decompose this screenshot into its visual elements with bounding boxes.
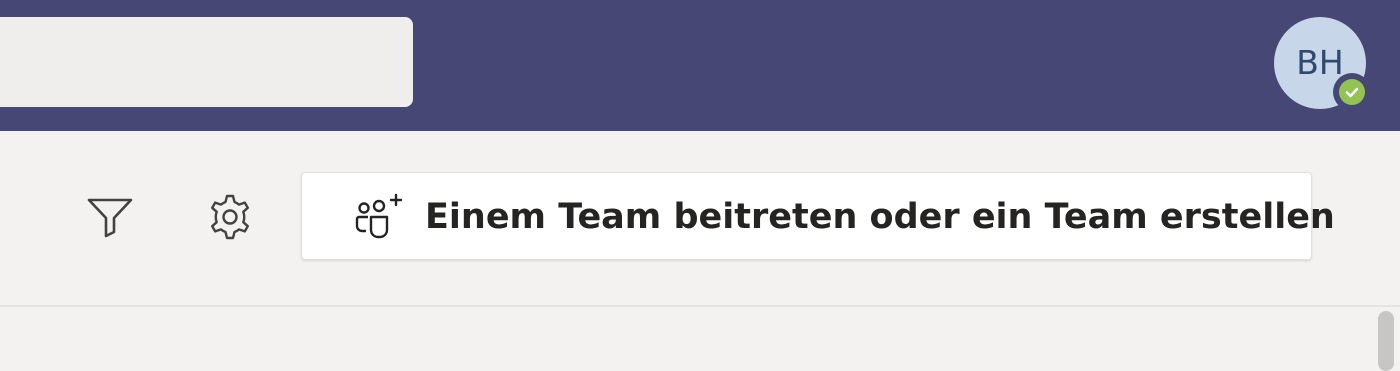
- people-add-icon: [355, 193, 403, 239]
- presence-status-badge: [1333, 73, 1371, 111]
- filter-button[interactable]: [80, 187, 140, 247]
- app-header-bar: BH: [0, 0, 1400, 131]
- scrollbar[interactable]: [1378, 311, 1394, 371]
- teams-toolbar: Einem Team beitreten oder ein Team erste…: [0, 131, 1400, 305]
- teams-list-area: [0, 307, 1400, 351]
- gear-icon: [211, 194, 249, 240]
- filter-icon: [87, 198, 133, 238]
- join-or-create-team-button[interactable]: Einem Team beitreten oder ein Team erste…: [301, 172, 1335, 260]
- join-or-create-team-label: Einem Team beitreten oder ein Team erste…: [425, 197, 1335, 237]
- search-input[interactable]: [0, 17, 413, 107]
- settings-button[interactable]: [200, 187, 260, 247]
- checkmark-icon: [1345, 87, 1359, 98]
